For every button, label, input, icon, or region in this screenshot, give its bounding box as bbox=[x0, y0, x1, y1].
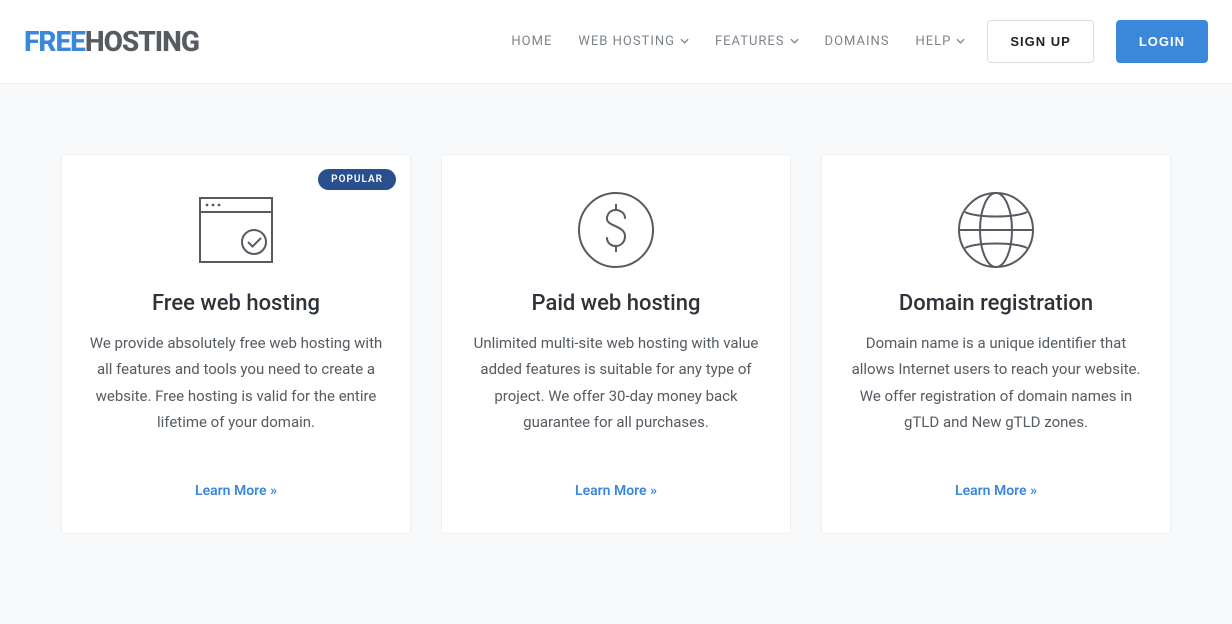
chevron-down-icon bbox=[680, 38, 689, 44]
dollar-circle-icon bbox=[576, 185, 656, 275]
nav-features-label: FEATURES bbox=[715, 34, 785, 49]
main-content: POPULAR Free web hosting We provide abso… bbox=[0, 84, 1232, 534]
nav-wrap: HOME WEB HOSTING FEATURES DOMAINS HELP bbox=[511, 20, 1208, 63]
signup-button[interactable]: SIGN UP bbox=[987, 20, 1093, 63]
card-title: Domain registration bbox=[899, 291, 1093, 316]
site-header: FREEHOSTING HOME WEB HOSTING FEATURES DO… bbox=[0, 0, 1232, 84]
card-description: We provide absolutely free web hosting w… bbox=[88, 330, 384, 459]
main-nav: HOME WEB HOSTING FEATURES DOMAINS HELP bbox=[511, 34, 965, 49]
card-title: Free web hosting bbox=[152, 291, 320, 316]
learn-more-link[interactable]: Learn More » bbox=[955, 483, 1037, 499]
login-button[interactable]: LOGIN bbox=[1116, 20, 1208, 63]
card-domain-registration: Domain registration Domain name is a uni… bbox=[821, 154, 1171, 534]
nav-help[interactable]: HELP bbox=[915, 34, 965, 49]
logo-part-hosting: HOSTING bbox=[85, 25, 199, 58]
chevron-down-icon bbox=[956, 38, 965, 44]
nav-web-hosting-label: WEB HOSTING bbox=[578, 34, 675, 49]
card-free-hosting: POPULAR Free web hosting We provide abso… bbox=[61, 154, 411, 534]
nav-domains-label: DOMAINS bbox=[825, 34, 890, 49]
logo-part-free: FREE bbox=[24, 25, 85, 58]
learn-more-link[interactable]: Learn More » bbox=[575, 483, 657, 499]
logo[interactable]: FREEHOSTING bbox=[24, 25, 199, 58]
nav-home-label: HOME bbox=[511, 34, 552, 49]
nav-domains[interactable]: DOMAINS bbox=[825, 34, 890, 49]
globe-icon bbox=[956, 185, 1036, 275]
nav-features[interactable]: FEATURES bbox=[715, 34, 799, 49]
browser-check-icon bbox=[196, 185, 276, 275]
card-description: Unlimited multi-site web hosting with va… bbox=[468, 330, 764, 459]
card-description: Domain name is a unique identifier that … bbox=[848, 330, 1144, 459]
chevron-down-icon bbox=[790, 38, 799, 44]
nav-help-label: HELP bbox=[915, 34, 951, 49]
popular-badge: POPULAR bbox=[318, 169, 396, 190]
card-title: Paid web hosting bbox=[532, 291, 701, 316]
learn-more-link[interactable]: Learn More » bbox=[195, 483, 277, 499]
card-paid-hosting: Paid web hosting Unlimited multi-site we… bbox=[441, 154, 791, 534]
nav-web-hosting[interactable]: WEB HOSTING bbox=[578, 34, 689, 49]
nav-home[interactable]: HOME bbox=[511, 34, 552, 49]
